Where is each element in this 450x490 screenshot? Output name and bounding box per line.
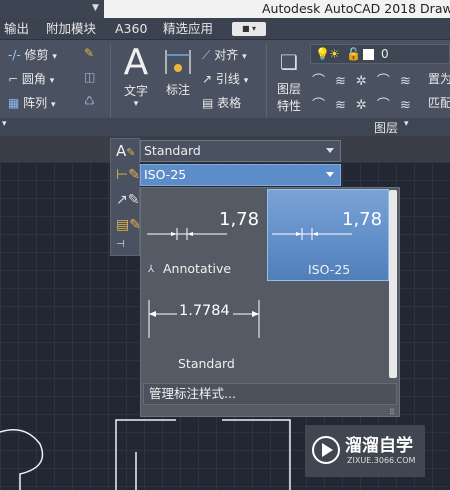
color-swatch — [363, 49, 374, 60]
chevron-down-icon: ▾ — [243, 76, 249, 86]
array-button[interactable]: ▦ 阵列 ▾ — [8, 94, 56, 111]
sun-icon: ☀ — [329, 47, 340, 61]
chevron-down-icon — [326, 172, 334, 177]
text-button[interactable]: A 文字 ▾ — [116, 42, 156, 110]
gallery-item-standard[interactable]: 1.7784 Standard — [143, 284, 265, 376]
chevron-down-icon — [326, 148, 334, 153]
layer-match-icon[interactable]: ≋ — [400, 98, 421, 113]
fillet-icon: ⌐ — [8, 72, 19, 86]
ribbon-tabs: 输出 附加模块 A360 精选应用 ■ ▾ — [0, 18, 450, 40]
layer-lock-icon[interactable]: ⌒ — [377, 74, 400, 89]
panel-pin-icon[interactable]: ⊣ — [116, 239, 136, 259]
dimension-style-dropdown[interactable]: ISO-25 — [140, 164, 341, 186]
chevron-down-icon[interactable]: ▾ — [2, 119, 7, 129]
annotation-style-strip: A✎ ⊢✎ ↗✎ ▤✎ ⊣ — [110, 138, 141, 259]
gallery-scrollbar[interactable] — [389, 190, 397, 378]
dimension-style-gallery: 1,78 ⅄ Annotative 1,78 ISO-25 1.7784 Sta… — [140, 187, 400, 417]
chevron-down-icon: ▾ — [133, 99, 139, 109]
trim-icon: -/- — [8, 48, 21, 62]
gallery-item-iso-25[interactable]: 1,78 ISO-25 — [267, 189, 389, 281]
dimension-button[interactable]: 标注 — [160, 46, 196, 98]
layer-unisolate-icon[interactable]: ≋ — [335, 98, 356, 113]
trim-button[interactable]: -/- 修剪 ▾ — [8, 46, 57, 63]
set-current-label[interactable]: 置为 — [428, 70, 450, 87]
array-icon: ▦ — [8, 96, 20, 110]
layer-on-icon[interactable]: ⌒ — [312, 98, 335, 113]
panel-divider — [266, 44, 267, 128]
watermark-logo — [312, 436, 340, 464]
dimension-icon — [165, 50, 191, 74]
layer-tools-row-1[interactable]: ⌒≋✲⌒≋ — [312, 70, 421, 89]
layer-unlock-icon[interactable]: ⌒ — [377, 98, 400, 113]
layer-tools-row-2[interactable]: ⌒≋✲⌒≋ — [312, 94, 421, 113]
table-style-icon[interactable]: ▤✎ — [116, 217, 141, 237]
manage-dimension-styles-button[interactable]: 管理标注样式... — [143, 383, 397, 405]
copy-icon[interactable]: ◫ — [84, 70, 95, 84]
text-style-icon[interactable]: A✎ — [116, 142, 136, 162]
watermark-title: 溜溜自学 — [345, 436, 413, 456]
bulb-icon: 💡 — [315, 47, 330, 61]
gallery-item-annotative[interactable]: 1,78 ⅄ Annotative — [143, 189, 265, 281]
fillet-button[interactable]: ⌐ 圆角 ▾ — [8, 70, 54, 87]
text-style-value: Standard — [144, 143, 201, 158]
chevron-down-icon: ▾ — [51, 100, 56, 110]
title-bar: ▼ Autodesk AutoCAD 2018 Draw — [0, 0, 450, 18]
layer-freeze-icon[interactable]: ✲ — [356, 74, 377, 89]
leader-button[interactable]: ↗ 引线 ▾ — [202, 70, 248, 87]
align-icon: ⟋ — [202, 48, 211, 62]
ribbon-panel-titles: ▾ 图层 ▾ — [0, 118, 450, 136]
dimension-style-icon[interactable]: ⊢✎ — [116, 167, 140, 187]
align-dimension-button[interactable]: ⟋ 对齐 ▾ — [202, 46, 247, 63]
layers-panel-title[interactable]: 图层 — [374, 119, 398, 136]
tab-a360[interactable]: A360 — [115, 18, 147, 40]
chevron-down-icon[interactable]: ▾ — [404, 119, 409, 129]
table-button[interactable]: ▤ 表格 — [202, 94, 241, 111]
offset-icon[interactable]: ♺ — [84, 94, 95, 108]
layer-dropdown[interactable]: 💡 ☀ 🔓 0 — [310, 44, 450, 64]
leader-icon: ↗ — [202, 72, 213, 86]
dimension-style-value: ISO-25 — [144, 167, 187, 182]
tab-overflow-button[interactable]: ■ ▾ — [232, 22, 266, 36]
window-title: Autodesk AutoCAD 2018 Draw — [262, 1, 450, 16]
resize-grip-icon[interactable]: ⠿ — [389, 408, 395, 417]
lock-icon: 🔓 — [346, 47, 361, 61]
dimension-preview-icon — [272, 228, 352, 240]
tab-output[interactable]: 输出 — [4, 18, 29, 40]
panel-divider — [110, 44, 111, 128]
annotative-icon: ⅄ — [148, 264, 155, 275]
dimension-preview-icon — [147, 228, 227, 240]
multileader-style-icon[interactable]: ↗✎ — [116, 192, 139, 212]
text-style-dropdown[interactable]: Standard — [140, 140, 341, 162]
layer-thaw-icon[interactable]: ✲ — [356, 98, 377, 113]
erase-icon[interactable]: ✎ — [84, 46, 94, 60]
watermark: 溜溜自学 ZIXUE.3066.COM — [305, 425, 425, 477]
chevron-down-icon: ▾ — [49, 76, 55, 86]
layer-set-icon[interactable]: ≋ — [400, 74, 421, 89]
layer-isolate-icon[interactable]: ≋ — [335, 74, 356, 89]
layer-properties-icon: ❏ — [280, 50, 298, 74]
quick-access-toolbar[interactable]: ▼ — [0, 0, 104, 18]
match-label[interactable]: 匹配 — [428, 94, 450, 111]
watermark-url: ZIXUE.3066.COM — [347, 456, 416, 465]
tab-featured-apps[interactable]: 精选应用 — [163, 18, 213, 40]
text-icon: A — [123, 42, 149, 83]
chevron-down-icon: ▾ — [52, 52, 57, 62]
layer-off-icon[interactable]: ⌒ — [312, 74, 335, 89]
table-icon: ▤ — [202, 96, 214, 110]
tab-addins[interactable]: 附加模块 — [46, 18, 96, 40]
chevron-down-icon: ▾ — [242, 52, 247, 62]
layer-properties-button[interactable]: ❏ 图层 特性 — [272, 44, 306, 114]
qat-dropdown-icon[interactable]: ▼ — [92, 3, 99, 13]
